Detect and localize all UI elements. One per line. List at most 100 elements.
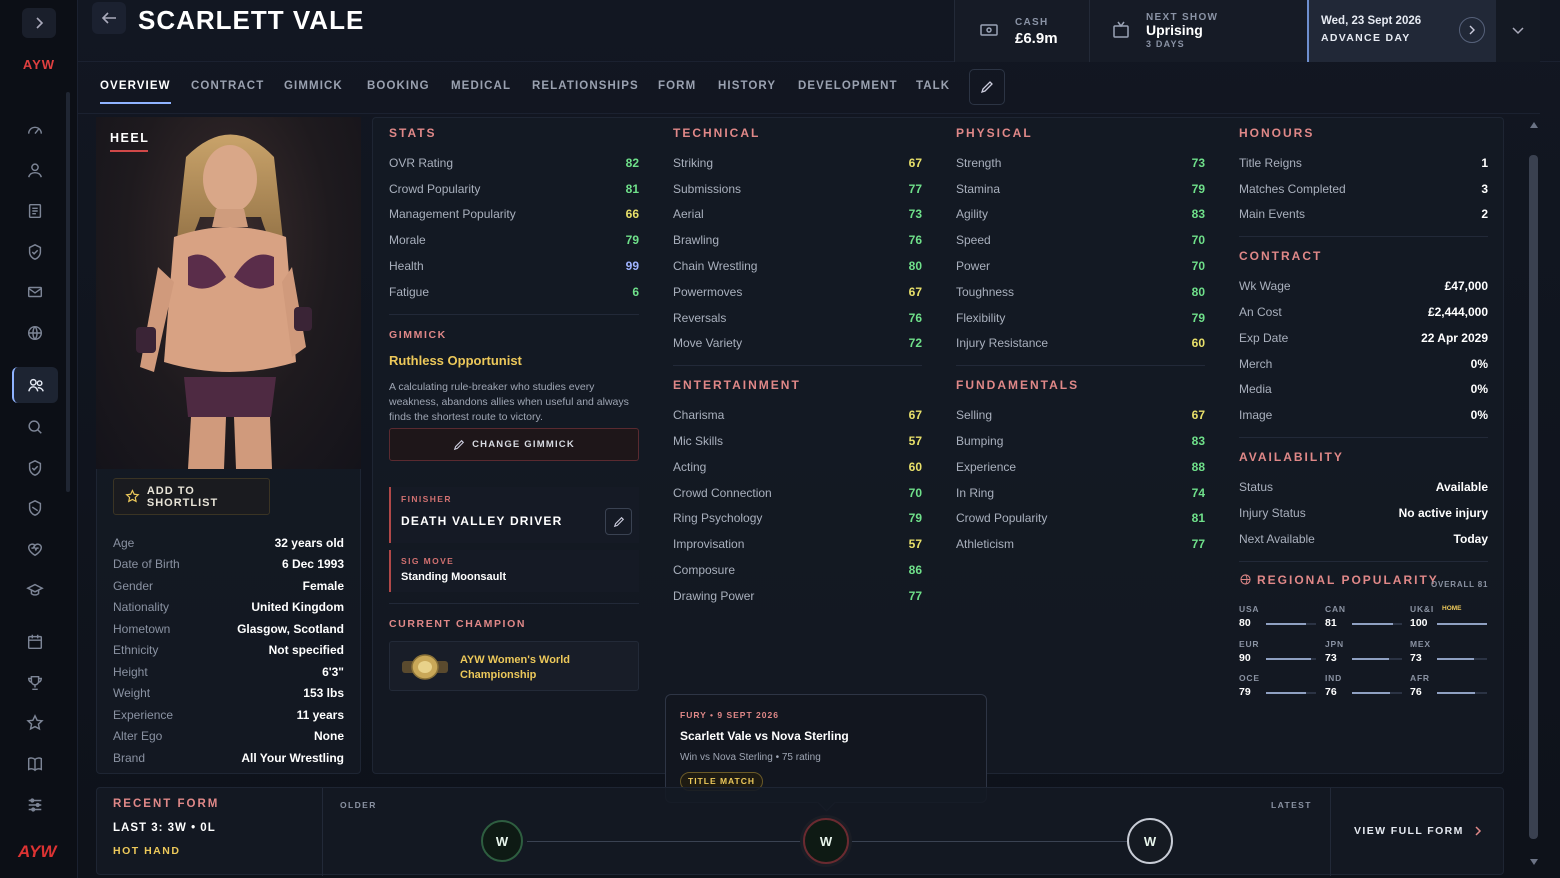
tab-booking[interactable]: BOOKING — [367, 80, 430, 92]
region-bar — [1266, 692, 1316, 694]
tab-medical[interactable]: MEDICAL — [451, 80, 511, 92]
date-widget[interactable]: Wed, 23 Sept 2026 ADVANCE DAY — [1307, 0, 1496, 62]
bio-value: 6'3" — [322, 664, 344, 679]
stat-label: An Cost — [1239, 305, 1282, 320]
stat-label: Acting — [673, 459, 707, 474]
tab-talk[interactable]: TALK — [916, 80, 950, 92]
stat-value: 73 — [1191, 155, 1205, 170]
sidebar-item-dashboard[interactable] — [12, 112, 58, 148]
tab-development[interactable]: DEVELOPMENT — [798, 80, 898, 92]
stat-value: 0% — [1470, 356, 1488, 371]
form-result-node[interactable]: W — [1127, 818, 1173, 864]
divider — [1239, 437, 1488, 439]
sidebar-item-championships[interactable] — [12, 450, 58, 486]
region-code: AFR — [1410, 673, 1430, 683]
form-result-node[interactable]: W — [481, 820, 523, 862]
region-usa: USA 80 — [1239, 604, 1319, 638]
scroll-down-icon[interactable] — [1529, 858, 1539, 866]
form-result-node[interactable]: W — [803, 818, 849, 864]
region-value: 76 — [1410, 686, 1422, 698]
bio-label: Experience — [113, 707, 174, 722]
add-to-shortlist-button[interactable]: ADD TO SHORTLIST — [113, 478, 270, 515]
tab-contract[interactable]: CONTRACT — [191, 80, 264, 92]
change-gimmick-label: CHANGE GIMMICK — [472, 439, 575, 450]
cash-label: CASH — [1015, 17, 1049, 28]
sidebar-item-awards[interactable] — [12, 665, 58, 701]
stat-row: Injury Status No active injury — [1239, 500, 1488, 526]
physical-column: PHYSICAL Strength 73 Stamina 79 Agility 83 Spe… — [956, 126, 1205, 557]
stat-value: 76 — [908, 310, 922, 325]
stat-row: Crowd Popularity 81 — [956, 506, 1205, 532]
stat-row: Brawling 76 — [673, 227, 922, 253]
stat-row: Mic Skills 57 — [673, 428, 922, 454]
stat-label: Experience — [956, 459, 1017, 474]
next-show-widget[interactable]: NEXT SHOW Uprising 3 DAYS — [1089, 0, 1307, 62]
sig-move-card: SIG MOVE Standing Moonsault — [389, 550, 639, 592]
gimmick-description: A calculating rule-breaker who studies e… — [389, 380, 629, 423]
sidebar-item-roster[interactable] — [12, 367, 58, 403]
bio-row: Height 6'3" — [113, 661, 344, 683]
tab-gimmick[interactable]: GIMMICK — [284, 80, 343, 92]
sidebar-scrollbar[interactable] — [66, 92, 70, 492]
sidebar-item-world[interactable] — [12, 315, 58, 351]
tab-form[interactable]: FORM — [658, 80, 696, 92]
technical-column: TECHNICAL Striking 67 Submissions 77 Aerial 7… — [673, 126, 922, 609]
tab-overview[interactable]: OVERVIEW — [100, 80, 171, 104]
sidebar-item-calendar[interactable] — [12, 624, 58, 660]
stat-row: Management Popularity 66 — [389, 202, 639, 228]
sidebar-item-profile[interactable] — [12, 152, 58, 188]
tab-history[interactable]: HISTORY — [718, 80, 776, 92]
stat-label: Ring Psychology — [673, 511, 763, 526]
scroll-up-icon[interactable] — [1529, 121, 1539, 129]
bio-row: Age 32 years old — [113, 532, 344, 554]
sidebar-item-training[interactable] — [12, 572, 58, 608]
edit-button[interactable] — [969, 69, 1005, 105]
availability-list: Status Available Injury Status No active in… — [1239, 474, 1488, 551]
stat-row: Reversals 76 — [673, 305, 922, 331]
page-scrollbar[interactable] — [1529, 155, 1538, 839]
users-icon — [28, 378, 44, 392]
stat-value: 88 — [1191, 459, 1205, 474]
region-code: UK&I — [1410, 604, 1434, 614]
tab-relationships[interactable]: RELATIONSHIPS — [532, 80, 639, 92]
stat-label: Agility — [956, 207, 989, 222]
header-dropdown-button[interactable] — [1496, 0, 1540, 62]
arrow-left-icon — [101, 12, 116, 24]
sidebar-item-security[interactable] — [12, 234, 58, 270]
bio-row: Date of Birth 6 Dec 1993 — [113, 554, 344, 576]
stat-row: Athleticism 77 — [956, 531, 1205, 557]
stat-value: 79 — [1191, 310, 1205, 325]
sidebar-item-favourites[interactable] — [12, 705, 58, 741]
stat-value: 22 Apr 2029 — [1421, 330, 1488, 345]
sidebar-item-settings[interactable] — [12, 787, 58, 823]
region-code: JPN — [1325, 639, 1344, 649]
stat-label: Athleticism — [956, 537, 1015, 552]
change-gimmick-button[interactable]: CHANGE GIMMICK — [389, 428, 639, 461]
regional-popularity-title: REGIONAL POPULARITY — [1257, 573, 1439, 587]
stat-label: Crowd Popularity — [389, 181, 481, 196]
sidebar-item-history[interactable] — [12, 746, 58, 782]
expand-sidebar-button[interactable] — [22, 8, 56, 38]
tooltip-event: FURY • 9 SEPT 2026 — [680, 710, 779, 720]
finisher-name: DEATH VALLEY DRIVER — [401, 514, 563, 528]
sidebar-item-inbox[interactable] — [12, 274, 58, 310]
stat-row: Agility 83 — [956, 202, 1205, 228]
bio-row: Gender Female — [113, 575, 344, 597]
championship-card[interactable]: AYW Women's World Championship — [389, 641, 639, 691]
back-button[interactable] — [92, 2, 126, 34]
stat-value: 0% — [1470, 382, 1488, 397]
entertainment-list: Charisma 67 Mic Skills 57 Acting 60 Crowd Conn… — [673, 402, 922, 608]
current-date: Wed, 23 Sept 2026 — [1321, 15, 1422, 27]
sidebar-item-news[interactable] — [12, 193, 58, 229]
sidebar-item-relationships[interactable] — [12, 531, 58, 567]
edit-finisher-button[interactable] — [605, 508, 632, 535]
sidebar-item-medical[interactable] — [12, 490, 58, 526]
view-full-form-button[interactable]: VIEW FULL FORM — [1354, 825, 1482, 837]
stat-value: 73 — [908, 207, 922, 222]
sidebar-item-search[interactable] — [12, 409, 58, 445]
bio-value: 6 Dec 1993 — [281, 557, 344, 572]
search-icon — [28, 420, 42, 434]
older-label: OLDER — [340, 800, 377, 810]
availability-title: AVAILABILITY — [1239, 450, 1344, 465]
advance-day-button[interactable] — [1459, 17, 1485, 43]
